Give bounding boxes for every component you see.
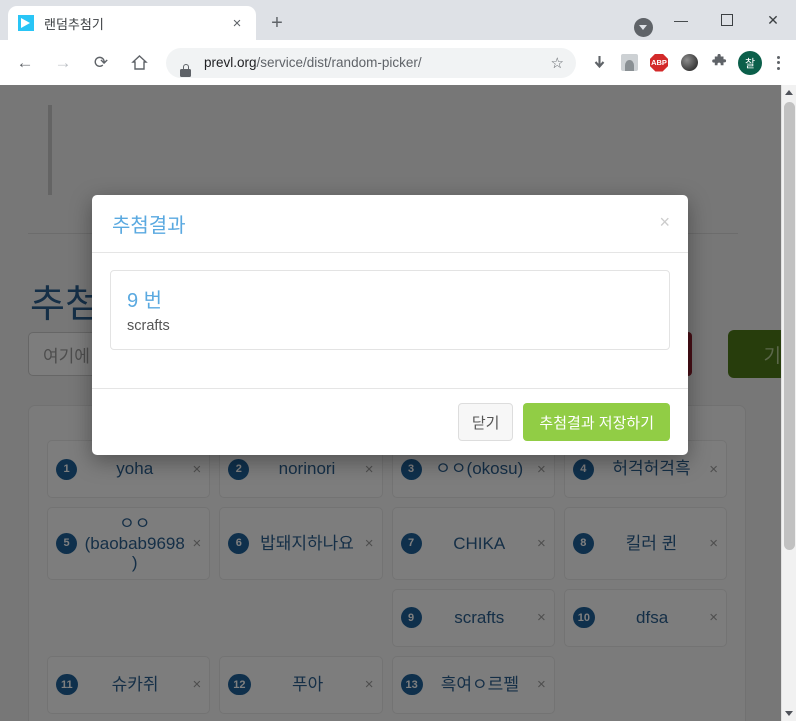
new-tab-button[interactable]: + (262, 8, 292, 38)
play-triangle-icon (18, 15, 34, 31)
profile-avatar[interactable]: 찰 (738, 50, 762, 75)
result-number: 9 번 (127, 290, 163, 312)
modal-header: 추첨결과 × (92, 195, 688, 253)
three-dots-icon[interactable] (766, 49, 790, 77)
close-icon[interactable]: × (659, 213, 670, 231)
bookmark-star-icon[interactable]: ☆ (551, 54, 564, 72)
modal-body: 9 번 scrafts (92, 253, 688, 388)
url-path: /service/dist/random-picker/ (256, 55, 422, 70)
url-text: prevl.org/service/dist/random-picker/ (204, 55, 422, 70)
film-extension-icon[interactable] (675, 49, 703, 77)
image-extension-icon[interactable] (615, 49, 643, 77)
browser-tab[interactable]: 랜덤추첨기 × (8, 6, 256, 40)
download-icon[interactable] (585, 49, 613, 77)
forward-icon[interactable]: → (47, 47, 79, 79)
window-controls: — ✕ (628, 0, 796, 40)
reload-icon[interactable]: ⟳ (85, 47, 117, 79)
page-viewport: 추첨기능 여기에 기능 1yoha×2norinori×3ㅇㅇ(okosu)×4… (0, 85, 796, 721)
scroll-up-icon[interactable] (782, 85, 796, 100)
scrollbar-thumb[interactable] (784, 102, 795, 550)
url-domain: prevl.org (204, 55, 257, 70)
browser-window: 랜덤추첨기 × + — ✕ ← → ⟳ prevl.org/service/di… (0, 0, 796, 721)
browser-titlebar: 랜덤추첨기 × + — ✕ (0, 0, 796, 40)
result-modal: 추첨결과 × 9 번 scrafts 닫기 추첨결과 저장하기 (92, 195, 688, 455)
modal-title: 추첨결과 (112, 215, 186, 237)
close-icon[interactable]: × (228, 14, 246, 32)
result-name: scrafts (127, 318, 170, 334)
maximize-button[interactable] (704, 0, 750, 40)
modal-footer: 닫기 추첨결과 저장하기 (92, 388, 688, 455)
close-window-button[interactable]: ✕ (750, 0, 796, 40)
page-scrollbar[interactable] (781, 85, 796, 721)
address-bar[interactable]: prevl.org/service/dist/random-picker/ ☆ (166, 47, 576, 78)
extensions-puzzle-icon[interactable] (705, 49, 733, 77)
save-result-button[interactable]: 추첨결과 저장하기 (523, 403, 670, 441)
home-icon[interactable] (123, 47, 155, 79)
minimize-button[interactable]: — (658, 0, 704, 40)
result-card: 9 번 scrafts (110, 270, 670, 350)
chevron-down-circle-icon[interactable] (628, 0, 658, 40)
tab-title: 랜덤추첨기 (44, 16, 104, 32)
back-icon[interactable]: ← (9, 47, 41, 79)
close-button[interactable]: 닫기 (457, 403, 514, 441)
browser-toolbar: ← → ⟳ prevl.org/service/dist/random-pick… (0, 40, 796, 85)
scroll-down-icon[interactable] (782, 706, 796, 721)
adblock-plus-icon[interactable]: ABP (645, 49, 673, 77)
